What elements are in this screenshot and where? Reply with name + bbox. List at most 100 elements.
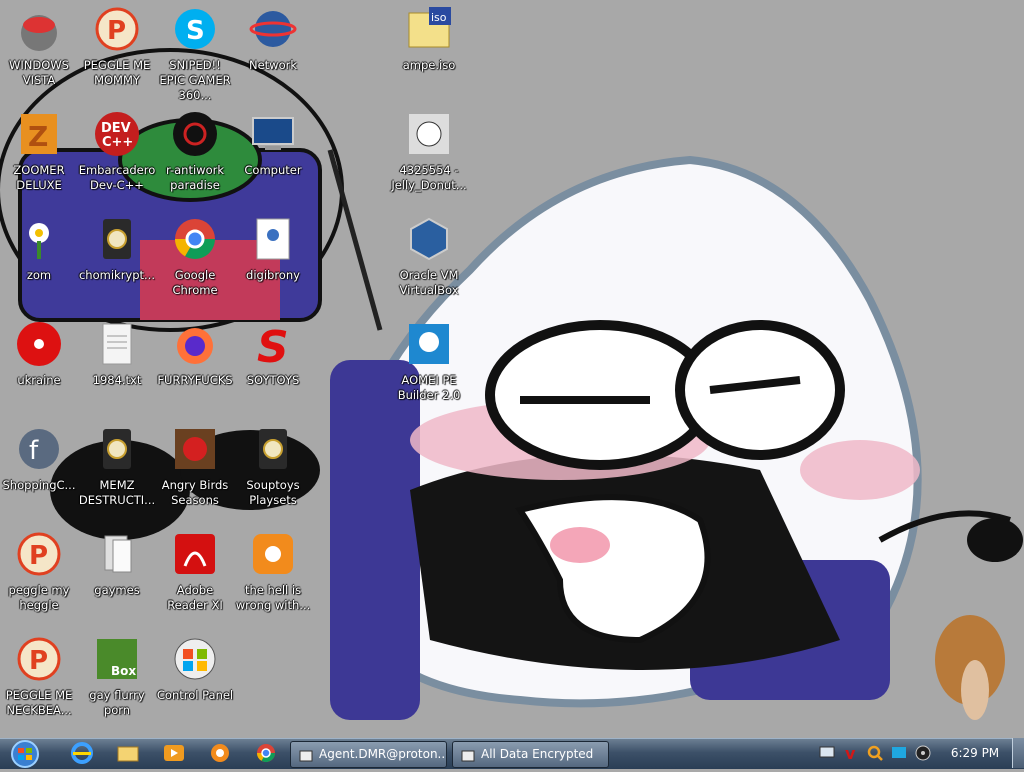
peggle-my-heggle-icon: P bbox=[15, 530, 63, 578]
window-icon bbox=[461, 747, 475, 762]
desktop-icon[interactable]: ukraine bbox=[0, 315, 78, 420]
digibrony-icon bbox=[249, 215, 297, 263]
desktop-icon-label: PEGGLE ME NECKBEA... bbox=[5, 688, 73, 717]
desktop-icon[interactable]: Ppeggle my heggle bbox=[0, 525, 78, 630]
desktop-icon-label: MEMZ DESTRUCTI... bbox=[78, 478, 156, 507]
text-file-icon bbox=[93, 320, 141, 368]
chomikrypt-icon bbox=[93, 215, 141, 263]
desktop-icon[interactable]: digibrony bbox=[234, 210, 312, 315]
show-desktop-button[interactable] bbox=[1012, 738, 1024, 768]
soytoys-icon: S bbox=[249, 320, 297, 373]
desktop-icon[interactable]: S SOYTOYS bbox=[234, 315, 312, 420]
control-panel-icon bbox=[171, 635, 219, 683]
desktop-icon-label: Angry Birds Seasons bbox=[161, 478, 229, 507]
desktop-icon-label: AOMEI PE Builder 2.0 bbox=[397, 373, 461, 402]
desktop-icon-label: SNIPED!! EPIC GAMER 360... bbox=[159, 58, 231, 102]
zom-flower-icon bbox=[15, 215, 63, 263]
desktop-icon-label: gay flurry porn bbox=[89, 688, 145, 717]
desktop-icon[interactable]: FURRYFUCKS bbox=[156, 315, 234, 420]
desktop-icon[interactable]: Z ZOOMER DELUXE bbox=[0, 105, 78, 210]
desktop-icon[interactable]: Box gay flurry porn bbox=[78, 630, 156, 735]
desktop-icon-label: zom bbox=[26, 268, 52, 282]
peggle-me-mommy-icon: P bbox=[93, 5, 141, 53]
radiation-icon bbox=[15, 320, 63, 368]
desktop-icon-label: ShoppingC... bbox=[2, 478, 76, 492]
desktop-icon-label: Google Chrome bbox=[172, 268, 218, 297]
uc-browser-icon bbox=[249, 530, 297, 578]
windows-vista-icon bbox=[15, 5, 63, 53]
desktop-icon-label: ukraine bbox=[17, 373, 61, 387]
desktop-icon[interactable]: r-antiwork paradise bbox=[156, 105, 234, 210]
shockwave-icon: f bbox=[15, 425, 63, 473]
desktop-icon-label: WINDOWS VISTA bbox=[9, 58, 69, 87]
display-tray-icon[interactable] bbox=[890, 744, 908, 762]
desktop-icon-label: Oracle VM VirtualBox bbox=[399, 268, 459, 297]
desktop-icon[interactable]: Computer bbox=[234, 105, 312, 210]
taskbar-button-agent[interactable]: Agent.DMR@proton... bbox=[290, 741, 447, 768]
desktop-icon[interactable]: Google Chrome bbox=[156, 210, 234, 315]
desktop-icon[interactable]: 1984.txt bbox=[78, 315, 156, 420]
desktop-icon-label: digibrony bbox=[246, 268, 300, 282]
desktop-icon-label: ampe.iso bbox=[402, 58, 456, 72]
desktop-icon[interactable]: Oracle VM VirtualBox bbox=[390, 210, 468, 315]
internet-explorer-icon[interactable] bbox=[70, 742, 94, 764]
svg-text:iso: iso bbox=[431, 11, 447, 24]
desktop-icon[interactable]: P PEGGLE ME MOMMY bbox=[78, 0, 156, 105]
desktop-icon[interactable]: chomikrypt... bbox=[78, 210, 156, 315]
desktop-icon-label: 1984.txt bbox=[92, 373, 142, 387]
svg-text:S: S bbox=[257, 322, 289, 368]
desktop-icon[interactable]: f ShoppingC... bbox=[0, 420, 78, 525]
network-icon bbox=[249, 5, 297, 53]
desktop-icon[interactable]: 4325554 - Jelly_Donut... bbox=[390, 105, 468, 210]
desktop-icon-label: peggle my heggle bbox=[8, 583, 70, 612]
memz-icon bbox=[93, 425, 141, 473]
zoomer-deluxe-icon: Z bbox=[15, 110, 63, 158]
antivirus-tray-icon[interactable]: v bbox=[842, 744, 860, 763]
media-tray-icon[interactable] bbox=[914, 744, 932, 762]
svg-text:Z: Z bbox=[28, 120, 48, 153]
r-antiwork-icon bbox=[171, 110, 219, 158]
desktop-icon-label: ZOOMER DELUXE bbox=[13, 163, 65, 192]
svg-text:f: f bbox=[29, 436, 39, 466]
desktop-icon-label: Embarcadero Dev-C++ bbox=[78, 163, 156, 192]
svg-text:DEV: DEV bbox=[101, 121, 131, 136]
desktop-icon[interactable]: S SNIPED!! EPIC GAMER 360... bbox=[156, 0, 234, 105]
iso-file-icon: iso bbox=[405, 5, 453, 53]
taskbar-button-encrypted[interactable]: All Data Encrypted bbox=[452, 741, 609, 768]
desktop-icon[interactable]: WINDOWS VISTA bbox=[0, 0, 78, 105]
chrome-taskbar-icon[interactable] bbox=[254, 742, 278, 764]
desktop-icon-label: Souptoys Playsets bbox=[246, 478, 300, 507]
desktop-icon[interactable]: AOMEI PE Builder 2.0 bbox=[390, 315, 468, 420]
desktop-icon[interactable]: gaymes bbox=[78, 525, 156, 630]
desktop-icon[interactable]: iso ampe.iso bbox=[390, 0, 468, 105]
system-clock[interactable]: 6:29 PM bbox=[940, 738, 1010, 768]
jelly-donut-icon bbox=[405, 110, 453, 158]
svg-text:P: P bbox=[107, 16, 126, 46]
desktop: WINDOWS VISTA P PEGGLE ME MOMMY S SNIPED!! E… bbox=[0, 0, 1024, 738]
explorer-folder-icon[interactable] bbox=[116, 742, 140, 764]
desktop-icon[interactable]: zom bbox=[0, 210, 78, 315]
desktop-icon-label: r-antiwork paradise bbox=[165, 163, 224, 192]
desktop-icon[interactable]: MEMZ DESTRUCTI... bbox=[78, 420, 156, 525]
dev-cpp-icon: DEV C++ bbox=[93, 110, 141, 158]
desktop-icon-label: Control Panel bbox=[156, 688, 234, 702]
uc-browser-taskbar-icon[interactable] bbox=[208, 742, 232, 764]
desktop-icon[interactable]: Adobe Reader XI bbox=[156, 525, 234, 630]
desktop-icon[interactable]: Control Panel bbox=[156, 630, 234, 735]
desktop-icon[interactable]: Souptoys Playsets bbox=[234, 420, 312, 525]
desktop-icon[interactable]: Angry Birds Seasons bbox=[156, 420, 234, 525]
svg-text:C++: C++ bbox=[102, 135, 133, 150]
gaymes-icon bbox=[93, 530, 141, 578]
taskbar-button-label: Agent.DMR@proton... bbox=[319, 747, 447, 761]
skype-icon: S bbox=[171, 5, 219, 53]
desktop-icon[interactable]: DEV C++ Embarcadero Dev-C++ bbox=[78, 105, 156, 210]
network-tray-icon[interactable] bbox=[818, 744, 836, 762]
desktop-icon[interactable]: Network bbox=[234, 0, 312, 105]
start-button[interactable] bbox=[6, 740, 44, 768]
desktop-icon[interactable]: the hell is wrong with... bbox=[234, 525, 312, 630]
firefox-icon bbox=[171, 320, 219, 368]
media-player-icon[interactable] bbox=[162, 742, 186, 764]
desktop-icon[interactable]: P PEGGLE ME NECKBEA... bbox=[0, 630, 78, 735]
desktop-icon-label: gaymes bbox=[94, 583, 140, 597]
search-tray-icon[interactable] bbox=[866, 744, 884, 762]
